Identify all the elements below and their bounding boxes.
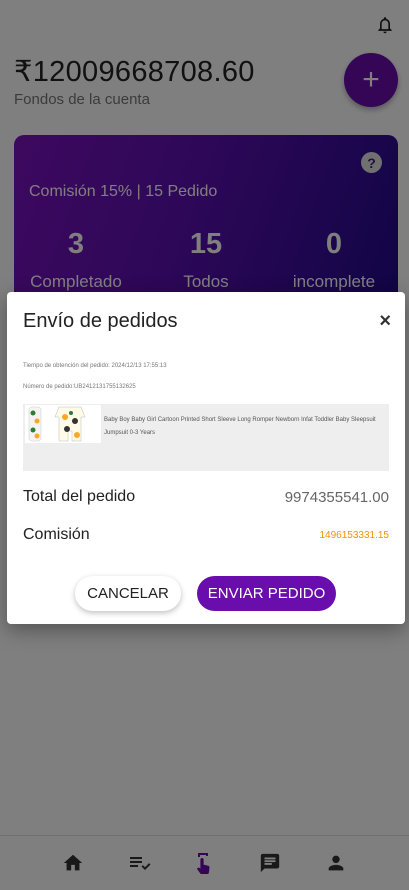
order-total-value: 9974355541.00 [284, 488, 389, 506]
cancel-button[interactable]: CANCELAR [75, 576, 181, 611]
order-total-row: Total del pedido 9974355541.00 [23, 488, 389, 506]
order-number: Número de pedido:UB2412131755132625 [23, 384, 136, 390]
order-total-label: Total del pedido [23, 488, 136, 505]
commission-value: 1496153331.15 [319, 529, 389, 541]
commission-row: Comisión 1496153331.15 [23, 526, 389, 544]
product-name: Baby Boy Baby Girl Cartoon Printed Short… [104, 417, 376, 436]
dialog-title: Envío de pedidos [23, 310, 178, 332]
product-image [25, 405, 101, 443]
commission-label: Comisión [23, 526, 90, 543]
order-time: Tiempo de obtención del pedido: 2024/12/… [23, 363, 167, 369]
product-item: Baby Boy Baby Girl Cartoon Printed Short… [23, 404, 389, 471]
order-submission-dialog: Envío de pedidos × Tiempo de obtención d… [7, 292, 405, 624]
close-icon[interactable]: × [379, 310, 391, 333]
submit-order-button[interactable]: ENVIAR PEDIDO [197, 576, 336, 611]
